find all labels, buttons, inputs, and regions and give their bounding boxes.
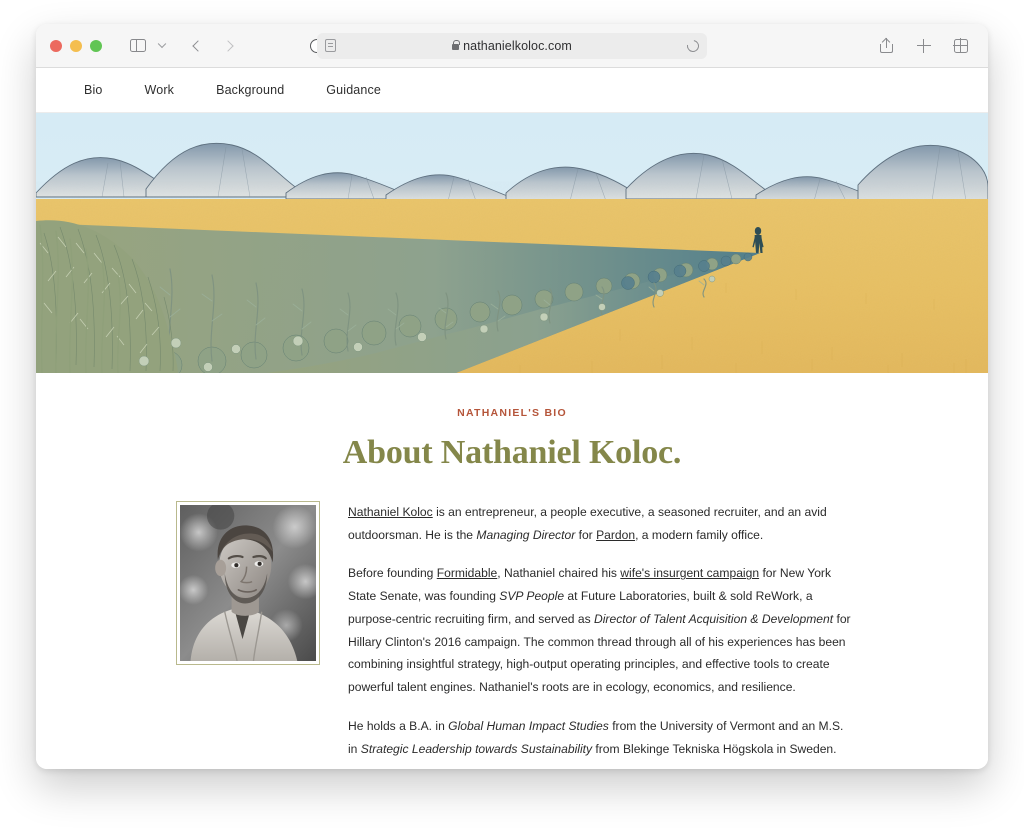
maximize-window-button[interactable]	[90, 39, 102, 52]
p2-role-1: SVP People	[499, 589, 565, 604]
chevron-down-icon	[157, 39, 167, 48]
page-viewport: Bio Work Background Guidance NATHANIEL'S…	[36, 68, 988, 769]
chevron-right-icon	[221, 39, 234, 52]
tab-overview-button[interactable]	[947, 33, 974, 59]
reader-view-icon[interactable]	[325, 39, 336, 52]
url-display: nathanielkoloc.com	[317, 39, 707, 53]
link-pardon[interactable]: Pardon	[596, 528, 635, 542]
browser-toolbar: nathanielkoloc.com	[36, 24, 988, 68]
p3-text-3: from Blekinge Tekniska Högskola in Swede…	[592, 741, 837, 756]
grid-icon	[953, 38, 968, 53]
bio-section: NATHANIEL'S BIO About Nathaniel Koloc. N…	[36, 373, 988, 769]
nav-item-background[interactable]: Background	[216, 83, 284, 97]
forward-button[interactable]	[214, 33, 241, 59]
url-text: nathanielkoloc.com	[463, 38, 572, 53]
browser-window: nathanielkoloc.com Bio Work Background G…	[36, 24, 988, 769]
p1-text-3: , a modern family office.	[635, 527, 764, 542]
p1-role: Managing Director	[476, 527, 576, 542]
toolbar-right-actions	[873, 33, 974, 59]
hero-artwork	[36, 113, 988, 373]
site-navigation: Bio Work Background Guidance	[36, 68, 988, 113]
nav-item-guidance[interactable]: Guidance	[326, 83, 381, 97]
p3-degree-2: Strategic Leadership towards Sustainabil…	[360, 741, 593, 756]
section-eyebrow: NATHANIEL'S BIO	[457, 407, 567, 419]
bio-paragraph-2: Before founding Formidable, Nathaniel ch…	[348, 562, 854, 698]
back-button[interactable]	[184, 33, 211, 59]
lock-icon	[452, 39, 460, 50]
p1-text-2: for	[575, 527, 597, 542]
minimize-window-button[interactable]	[70, 39, 82, 52]
bio-content: Nathaniel Koloc is an entrepreneur, a pe…	[36, 501, 988, 769]
new-tab-button[interactable]	[910, 33, 937, 59]
p2-text-2: , Nathaniel chaired his	[497, 566, 621, 581]
link-wifes-insurgent-campaign[interactable]: wife's insurgent campaign	[620, 566, 759, 580]
link-nathaniel-koloc[interactable]: Nathaniel Koloc	[348, 505, 433, 519]
close-window-button[interactable]	[50, 39, 62, 52]
nav-item-bio[interactable]: Bio	[84, 83, 103, 97]
nav-item-work[interactable]: Work	[145, 83, 175, 97]
p3-degree-1: Global Human Impact Studies	[448, 718, 609, 733]
p2-role-2: Director of Talent Acquisition & Develop…	[594, 611, 834, 626]
chevron-left-icon	[191, 39, 204, 52]
sidebar-menu-button[interactable]	[154, 33, 170, 59]
sidebar-controls	[124, 33, 170, 59]
reload-icon[interactable]	[684, 37, 702, 54]
p3-text-1: He holds a B.A. in	[348, 718, 449, 733]
address-bar[interactable]: nathanielkoloc.com	[317, 32, 707, 59]
link-formidable[interactable]: Formidable	[437, 566, 498, 580]
plus-icon	[916, 38, 931, 53]
bio-paragraphs: Nathaniel Koloc is an entrepreneur, a pe…	[348, 501, 854, 769]
portrait-image	[180, 505, 316, 661]
address-bar-container: nathanielkoloc.com	[317, 32, 707, 59]
navigation-controls	[184, 33, 241, 59]
bio-paragraph-3: He holds a B.A. in Global Human Impact S…	[348, 715, 854, 760]
page-title: About Nathaniel Koloc.	[342, 434, 682, 471]
p2-text-1: Before founding	[348, 566, 437, 581]
hero-illustration	[36, 113, 988, 373]
sidebar-icon	[129, 38, 146, 53]
window-traffic-lights	[50, 39, 102, 52]
sidebar-toggle-button[interactable]	[124, 33, 151, 59]
share-button[interactable]	[873, 33, 900, 59]
portrait-photo	[176, 501, 320, 665]
share-icon	[880, 37, 893, 53]
bio-paragraph-1: Nathaniel Koloc is an entrepreneur, a pe…	[348, 501, 854, 546]
